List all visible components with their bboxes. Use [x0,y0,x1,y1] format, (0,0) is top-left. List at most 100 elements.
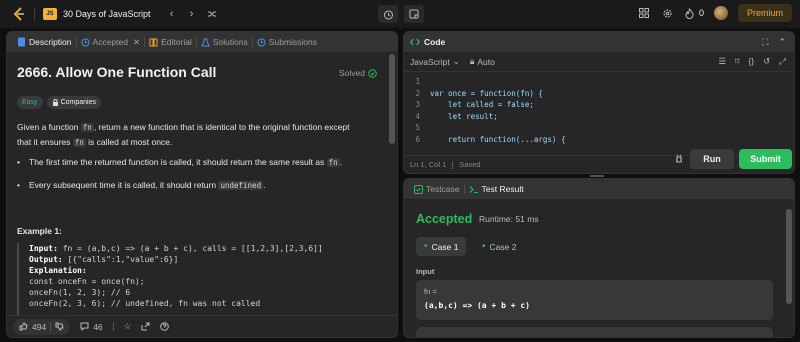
prev-problem-button[interactable]: ‹ [163,5,181,23]
result-panel: Testcase Test Result Accepted Runtime: 5… [403,178,795,338]
history-icon [81,38,90,46]
share-icon[interactable] [141,322,150,331]
tab-editorial[interactable]: Editorial [145,37,196,47]
expand-icon[interactable]: ⤢ [779,56,786,67]
tab-testcase-label: Testcase [426,184,460,194]
code-line: 5 [415,123,420,133]
leetcode-logo-icon[interactable] [12,7,26,21]
scrollbar[interactable] [389,54,395,144]
document-icon [18,37,25,47]
streak-counter[interactable]: 0 [685,6,704,20]
avatar[interactable] [713,6,728,20]
help-icon[interactable] [160,322,170,331]
lock-icon: 🔒︎ [469,56,475,66]
result-tabs: Testcase Test Result [404,179,794,199]
input-label: Input: [29,244,58,253]
result-status: Accepted [416,212,473,226]
bullet-text: The first time the returned function is … [29,157,327,167]
code-line: 3 let called = false; [415,100,534,110]
code-editor[interactable]: 1 2 var once = function(fn) { 3 let calle… [404,72,794,145]
tag-row: Easy Companies [17,96,101,109]
problem-title[interactable]: 2666. Allow One Function Call [17,64,216,80]
settings-button[interactable] [661,6,675,20]
reset-icon[interactable]: ↺ [763,56,770,67]
save-status: Saved [459,160,481,169]
tab-test-result-label: Test Result [481,184,524,194]
chevron-up-icon[interactable]: ⌃ [778,37,786,48]
submit-button[interactable]: Submit [739,149,792,169]
tab-editorial-label: Editorial [161,37,192,47]
close-icon[interactable]: ✕ [133,37,140,48]
bullet-text: . [339,157,343,167]
desc-text: , return a new function that is identica… [93,122,350,132]
notes-button[interactable] [404,5,424,23]
tab-accepted[interactable]: Accepted ✕ [77,37,145,48]
desc-text: is called at most once. [85,137,173,147]
premium-button[interactable]: Premium [737,4,792,22]
runtime-label: Runtime: 51 ms [479,214,539,224]
input-box [416,327,773,337]
code-panel: Code ⛶ ⌃ JavaScript ⌄ 🔒︎ Auto ☰ ⌑ {} ↺ ⤢… [403,31,795,174]
grid-icon [638,8,649,18]
divider [34,7,35,21]
tab-submissions[interactable]: Submissions [253,37,321,47]
random-problem-button[interactable] [203,5,221,23]
flame-icon [685,7,694,19]
scrollbar[interactable] [786,209,792,304]
inline-code: fn [326,158,340,167]
debug-icon[interactable] [674,154,684,164]
format-icon[interactable]: ☰ [718,56,726,67]
case-label: Case 2 [489,241,517,252]
bookmark-icon[interactable]: ⌑ [735,56,739,67]
autocomplete-mode[interactable]: Auto [477,57,495,67]
flask-icon [201,38,210,46]
case-tab-1[interactable]: • Case 1 [416,237,467,256]
inline-code: fn [72,138,86,147]
run-button[interactable]: Run [690,149,734,169]
inline-code: undefined [218,181,264,190]
comments-button[interactable]: 46 [80,322,103,332]
star-icon[interactable]: ☆ [124,321,132,332]
description-panel: Description Accepted ✕ Editorial Solutio… [6,31,398,338]
layout-button[interactable] [637,6,651,20]
description-footer: 494 46 ☆ [7,315,397,337]
description-tabs: Description Accepted ✕ Editorial Solutio… [7,32,397,52]
tab-testcase[interactable]: Testcase [410,184,464,194]
tab-test-result[interactable]: Test Result [465,184,528,194]
tab-solutions[interactable]: Solutions [197,37,252,47]
timer-button[interactable] [378,5,398,23]
example-block: Input: fn = (a,b,c) => (a + b + c), call… [17,243,382,317]
case-tab-2[interactable]: • Case 2 [474,237,524,256]
thumbs-down-icon [55,322,64,331]
problem-list-title[interactable]: 30 Days of JavaScript [63,9,151,19]
next-problem-button[interactable]: › [183,5,201,23]
chevron-down-icon[interactable]: ⌄ [453,56,460,67]
code-line: 2 var once = function(fn) { [415,88,543,98]
maximize-icon[interactable]: ⛶ [762,37,768,48]
tab-description[interactable]: Description [13,37,76,47]
status-dot-icon: • [482,241,486,252]
param-name: fn = [424,287,437,296]
input-section-label: Input [416,267,435,276]
terminal-icon [469,185,478,193]
tab-submissions-label: Submissions [268,37,317,47]
braces-icon[interactable]: {} [748,56,754,67]
like-button[interactable]: 494 [13,318,71,335]
companies-label: Companies [60,99,96,106]
explanation-line: onceFn(2, 3, 6); // undefined, fn was no… [29,299,261,308]
output-label: Output: [29,255,63,264]
list-item: • The first time the returned function i… [17,157,343,167]
code-window-controls: ⛶ ⌃ [762,37,786,48]
top-center-tools [378,5,424,23]
companies-tag[interactable]: Companies [46,96,101,109]
desc-text: that it ensures [17,137,73,147]
note-icon [409,9,419,19]
input-value: fn = (a,b,c) => (a + b + c), calls = [[1… [57,244,323,253]
resize-handle[interactable] [590,175,604,177]
top-right-tools: 0 Premium [637,4,792,22]
description-paragraph: Given a function fn, return a new functi… [17,120,382,150]
language-select[interactable]: JavaScript [410,57,450,67]
editor-tools: ☰ ⌑ {} ↺ ⤢ [718,56,786,67]
status-dot-icon: • [424,241,428,252]
tab-accepted-label: Accepted [92,37,128,47]
